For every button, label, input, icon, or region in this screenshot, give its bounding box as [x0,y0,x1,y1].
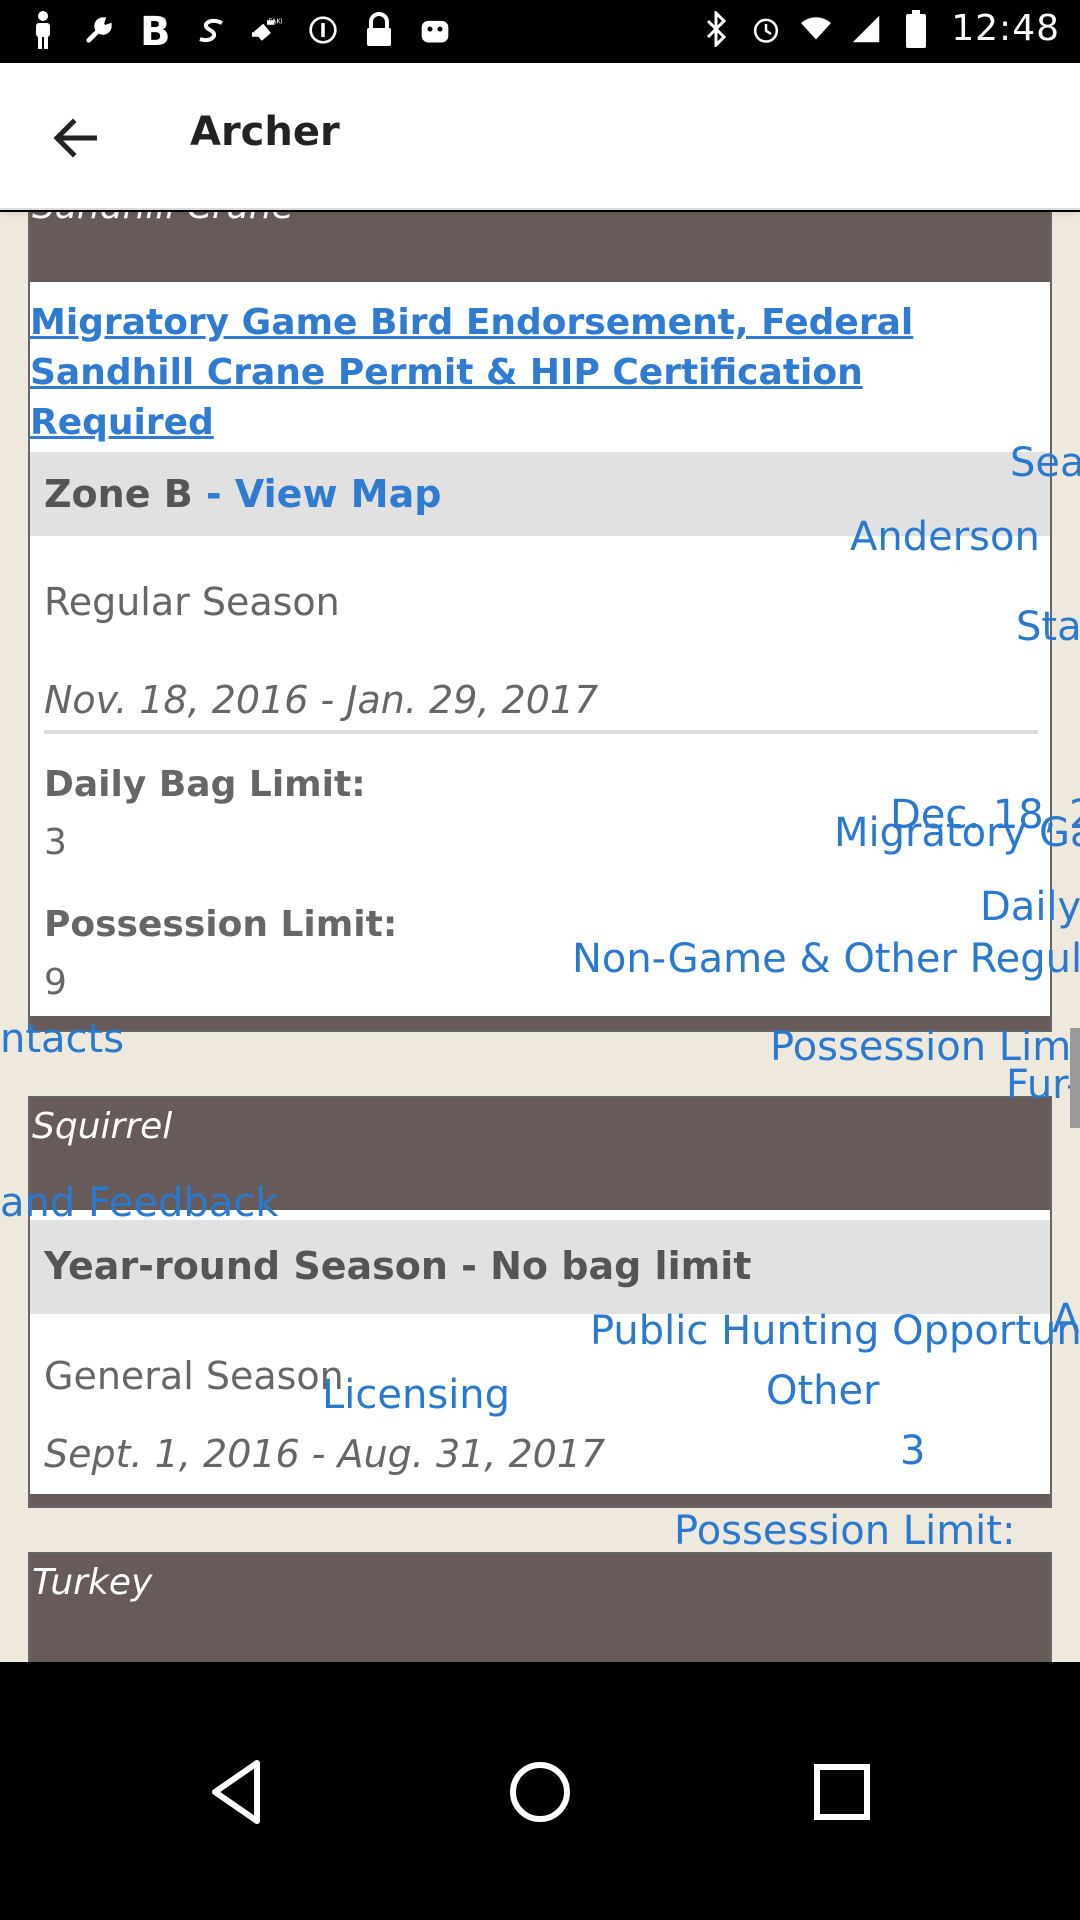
fake-gps-icon: FAKE [252,10,282,50]
lock-icon [364,10,394,50]
possession-limit-value: 9 [44,962,67,1003]
wifi-icon [801,9,832,49]
card-footer-bar [30,1494,1050,1506]
scrollbar-thumb[interactable] [1070,1028,1080,1128]
nav-back-icon [212,1760,260,1824]
ghost-daily: Daily [980,884,1080,930]
ghost-other: Other [766,1368,880,1414]
page-title: Archer [190,109,340,155]
ghost-public-hunting: Public Hunting Opportun [590,1308,1080,1354]
battery-icon [901,9,931,49]
season-dates: Nov. 18, 2016 - Jan. 29, 2017 [44,678,599,722]
status-time: 12:48 [951,8,1060,49]
possession-limit-label: Possession Limit: [44,904,398,945]
card-header-title: Turkey [32,1562,153,1603]
alarm-icon [751,9,781,49]
ghost-a: A [1052,1296,1080,1342]
permit-link[interactable]: Migratory Game Bird Endorsement, Federal… [30,298,1030,448]
ghost-migratory: Migratory Ga [834,810,1080,856]
wrench-icon [84,10,114,50]
ghost-sea: Sea [1010,440,1080,486]
ghost-fur: Fur- [1006,1062,1080,1108]
season-label: Regular Season [44,580,340,624]
back-button[interactable] [40,103,110,173]
content-area[interactable]: Sandhill Crane Migratory Game Bird Endor… [0,212,1080,1662]
bag-limit-value: 3 [44,822,67,863]
bold-b-icon: B [140,10,170,50]
permit-link-text[interactable]: Migratory Game Bird Endorsement, Federal… [30,302,913,443]
nav-back-button[interactable] [190,1742,290,1842]
bluetooth-icon [701,9,731,49]
ghost-licensing: Licensing [322,1372,511,1418]
nav-recents-button[interactable] [792,1742,892,1842]
android-icon [420,10,450,50]
season-bar-text: Year-round Season - No bag limit [44,1244,752,1288]
nav-recents-icon [814,1764,870,1820]
status-left-icons: B FAKE [28,10,450,50]
ghost-sta: Sta [1016,604,1080,650]
ghost-contacts: ntacts [0,1016,125,1062]
zone-label: Zone B [44,472,193,516]
status-bar: B FAKE [0,0,1080,63]
bag-limit-label: Daily Bag Limit: [44,764,366,805]
ghost-feedback: and Feedback [0,1180,279,1226]
ghost-possession-limit-2: Possession Limit: [674,1508,1016,1554]
zone-label-group: Zone B - View Map [44,472,441,516]
ghost-three: 3 [900,1428,926,1474]
info-circle-icon [308,10,338,50]
card-header-title: Squirrel [32,1106,173,1147]
nav-home-icon [510,1762,570,1822]
sandhill-crane-card: Sandhill Crane Migratory Game Bird Endor… [28,212,1052,1032]
arrow-left-icon [53,118,97,158]
signal-icon [851,9,881,49]
view-map-link[interactable]: - View Map [193,472,442,516]
season-label: General Season [44,1354,344,1398]
ghost-nongame: Non-Game & Other Regul [572,936,1080,982]
card-header: Turkey [30,1554,1050,1662]
card-header: Sandhill Crane [30,212,1050,282]
s-arrow-icon [196,10,226,50]
divider [44,730,1038,734]
svg-text:FAKE: FAKE [269,17,283,25]
screen: B FAKE [0,0,1080,1920]
svg-text:B: B [140,11,170,49]
app-bar: Archer [0,63,1080,210]
card-header-title: Sandhill Crane [32,212,294,227]
season-dates: Sept. 1, 2016 - Aug. 31, 2017 [44,1432,606,1476]
squirrel-card: Squirrel Year-round Season - No bag limi… [28,1096,1052,1508]
nav-home-button[interactable] [490,1742,590,1842]
system-nav-bar [0,1662,1080,1920]
ghost-anderson: Anderson [850,514,1040,560]
season-bar: Year-round Season - No bag limit [30,1220,1050,1314]
turkey-card: Turkey [28,1552,1052,1662]
status-right-icons: 12:48 [701,8,1060,49]
person-icon [28,10,58,50]
